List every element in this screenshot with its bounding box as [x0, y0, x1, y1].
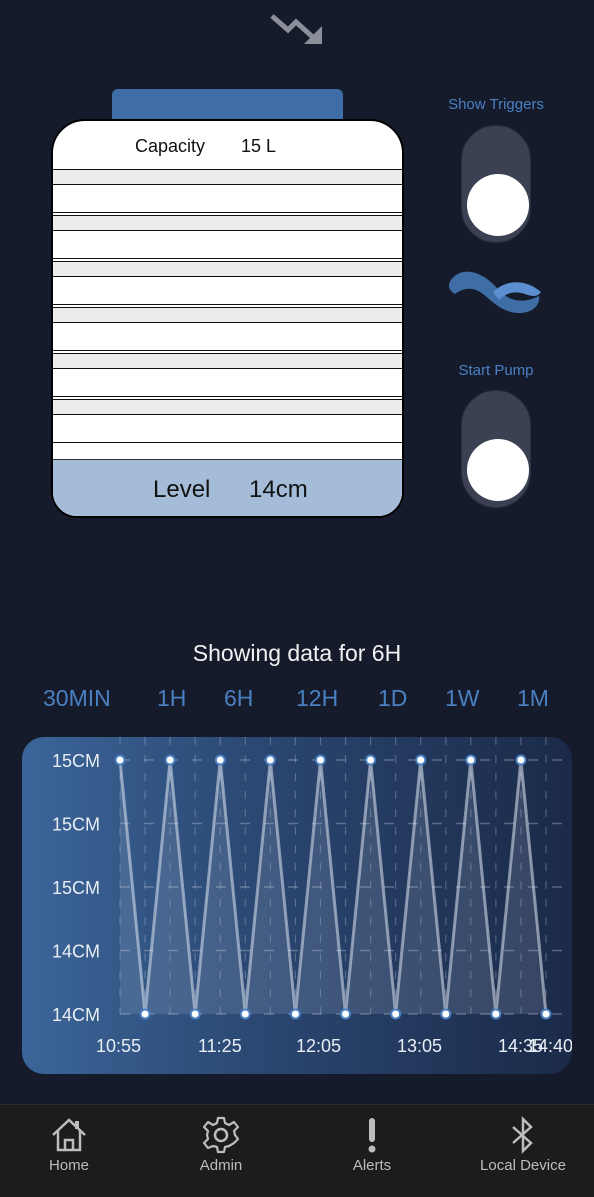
- showing-data-text: Showing data for 6H: [192, 640, 402, 666]
- tab-home[interactable]: Home: [4, 1115, 134, 1174]
- data-point: [390, 1008, 402, 1020]
- data-point: [289, 1008, 301, 1020]
- data-point: [415, 754, 427, 766]
- data-point: [139, 1008, 151, 1020]
- range-1h[interactable]: 1H: [157, 685, 186, 712]
- tank-band: [53, 399, 402, 443]
- data-point: [214, 754, 226, 766]
- range-6h[interactable]: 6H: [224, 685, 253, 712]
- tank-header: Capacity 15 L: [53, 121, 402, 167]
- tab-bar: Home Admin Alerts Local Device: [0, 1104, 594, 1197]
- data-point: [114, 754, 126, 766]
- wave-logo-icon: [448, 271, 541, 314]
- y-tick-label: 15CM: [52, 815, 100, 835]
- home-icon: [52, 1118, 86, 1152]
- gear-icon: [202, 1116, 240, 1154]
- x-tick-label: 14:40: [528, 1036, 572, 1056]
- range-12h[interactable]: 12H: [296, 685, 338, 712]
- capacity-label: Capacity: [135, 136, 206, 156]
- tab-label: Alerts: [352, 1157, 392, 1174]
- water-level-fill: Level 14cm: [53, 459, 402, 516]
- y-tick-label: 15CM: [52, 751, 100, 771]
- chart-svg: 15CM 15CM 15CM 14CM 14CM 10:55 11:25 12:05 13:05…: [52, 737, 572, 1056]
- data-point: [314, 754, 326, 766]
- time-range-selector: 30MIN 1H 6H 12H 1D 1W 1M: [43, 685, 553, 715]
- start-pump-label: Start Pump: [458, 362, 534, 379]
- capacity-value: 15 L: [241, 136, 277, 156]
- exclamation-icon: [368, 1118, 376, 1153]
- y-tick-label: 15CM: [52, 878, 100, 898]
- tank-band: [53, 307, 402, 351]
- water-tank: Capacity 15 L Level 14cm: [51, 119, 404, 518]
- data-point: [239, 1008, 251, 1020]
- data-point: [465, 754, 477, 766]
- range-1d[interactable]: 1D: [378, 685, 407, 712]
- tank-bands: [53, 167, 402, 443]
- tank-band: [53, 261, 402, 305]
- data-point: [490, 1008, 502, 1020]
- tab-label: Home: [48, 1157, 89, 1174]
- range-30min[interactable]: 30MIN: [43, 685, 111, 712]
- x-tick-label: 10:55: [96, 1036, 141, 1056]
- data-point: [189, 1008, 201, 1020]
- data-point: [515, 754, 527, 766]
- data-point: [340, 1008, 352, 1020]
- x-tick-label: 11:25: [198, 1036, 242, 1056]
- data-point: [365, 754, 377, 766]
- tank-lid: [112, 89, 343, 121]
- tab-local-device[interactable]: Local Device: [458, 1115, 588, 1174]
- trending-down-icon: [270, 14, 322, 44]
- x-tick-label: 12:05: [296, 1036, 341, 1056]
- start-pump-toggle[interactable]: [461, 390, 531, 508]
- range-1m[interactable]: 1M: [517, 685, 549, 712]
- toggle-knob: [467, 174, 529, 236]
- data-point: [264, 754, 276, 766]
- tank-band: [53, 169, 402, 213]
- data-point: [164, 754, 176, 766]
- range-1w[interactable]: 1W: [445, 685, 480, 712]
- level-history-chart: 15CM 15CM 15CM 14CM 14CM 10:55 11:25 12:05 13:05…: [22, 737, 572, 1074]
- tank-band: [53, 215, 402, 259]
- data-point: [540, 1008, 552, 1020]
- tab-label: Local Device: [480, 1157, 566, 1174]
- y-tick-label: 14CM: [52, 942, 100, 962]
- tab-label: Admin: [199, 1157, 243, 1174]
- tank-band: [53, 353, 402, 397]
- show-triggers-toggle[interactable]: [461, 125, 531, 243]
- show-triggers-label: Show Triggers: [448, 96, 544, 113]
- data-point: [440, 1008, 452, 1020]
- tab-admin[interactable]: Admin: [156, 1115, 286, 1174]
- y-tick-label: 14CM: [52, 1005, 100, 1025]
- tab-alerts[interactable]: Alerts: [307, 1115, 437, 1174]
- bluetooth-icon: [512, 1115, 533, 1155]
- level-label: Level: [153, 476, 211, 503]
- toggle-knob: [467, 439, 529, 501]
- level-value: 14cm: [249, 476, 308, 503]
- x-tick-label: 13:05: [397, 1036, 442, 1056]
